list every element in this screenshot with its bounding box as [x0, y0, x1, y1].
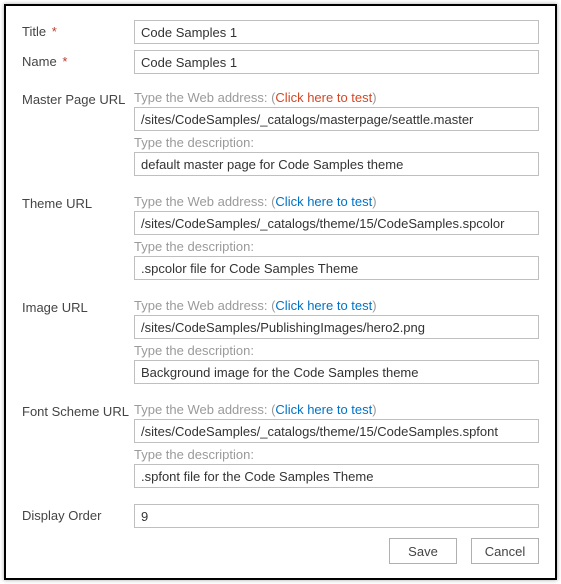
click-to-test-link[interactable]: Click here to test [275, 194, 372, 209]
hint-description: Type the description: [134, 343, 539, 358]
hint-web-address: Type the Web address: (Click here to tes… [134, 298, 539, 313]
click-to-test-link[interactable]: Click here to test [275, 402, 372, 417]
click-to-test-link[interactable]: Click here to test [275, 90, 372, 105]
theme-desc-input[interactable] [134, 256, 539, 280]
label-master-page: Master Page URL [22, 88, 134, 107]
save-button[interactable]: Save [389, 538, 457, 564]
label-name-text: Name [22, 54, 57, 69]
hint-web-address: Type the Web address: (Click here to tes… [134, 194, 539, 209]
hint-description: Type the description: [134, 135, 539, 150]
name-input[interactable] [134, 50, 539, 74]
label-name: Name * [22, 50, 134, 69]
label-theme: Theme URL [22, 192, 134, 211]
click-to-test-link[interactable]: Click here to test [275, 298, 372, 313]
font-scheme-url-input[interactable] [134, 419, 539, 443]
button-row: Save Cancel [22, 538, 539, 564]
row-title: Title * [22, 20, 539, 44]
label-font-scheme: Font Scheme URL [22, 400, 134, 419]
required-marker: * [62, 54, 67, 69]
required-marker: * [52, 24, 57, 39]
row-master-page: Master Page URL Type the Web address: (C… [22, 88, 539, 178]
hint-web-address-text: Type the Web address: [134, 194, 267, 209]
master-page-url-input[interactable] [134, 107, 539, 131]
hint-description: Type the description: [134, 447, 539, 462]
hint-web-address-text: Type the Web address: [134, 402, 267, 417]
hint-web-address: Type the Web address: (Click here to tes… [134, 402, 539, 417]
cancel-button[interactable]: Cancel [471, 538, 539, 564]
font-scheme-desc-input[interactable] [134, 464, 539, 488]
row-image: Image URL Type the Web address: (Click h… [22, 296, 539, 386]
row-theme: Theme URL Type the Web address: (Click h… [22, 192, 539, 282]
image-desc-input[interactable] [134, 360, 539, 384]
form-panel: Title * Name * Master Page URL Type the … [4, 4, 557, 580]
hint-web-address-text: Type the Web address: [134, 90, 267, 105]
image-url-input[interactable] [134, 315, 539, 339]
master-page-desc-input[interactable] [134, 152, 539, 176]
hint-web-address: Type the Web address: (Click here to tes… [134, 90, 539, 105]
hint-web-address-text: Type the Web address: [134, 298, 267, 313]
row-font-scheme: Font Scheme URL Type the Web address: (C… [22, 400, 539, 490]
label-title-text: Title [22, 24, 46, 39]
row-name: Name * [22, 50, 539, 74]
label-display-order: Display Order [22, 504, 134, 523]
theme-url-input[interactable] [134, 211, 539, 235]
label-image: Image URL [22, 296, 134, 315]
label-title: Title * [22, 20, 134, 39]
hint-description: Type the description: [134, 239, 539, 254]
row-display-order: Display Order [22, 504, 539, 528]
title-input[interactable] [134, 20, 539, 44]
display-order-input[interactable] [134, 504, 539, 528]
